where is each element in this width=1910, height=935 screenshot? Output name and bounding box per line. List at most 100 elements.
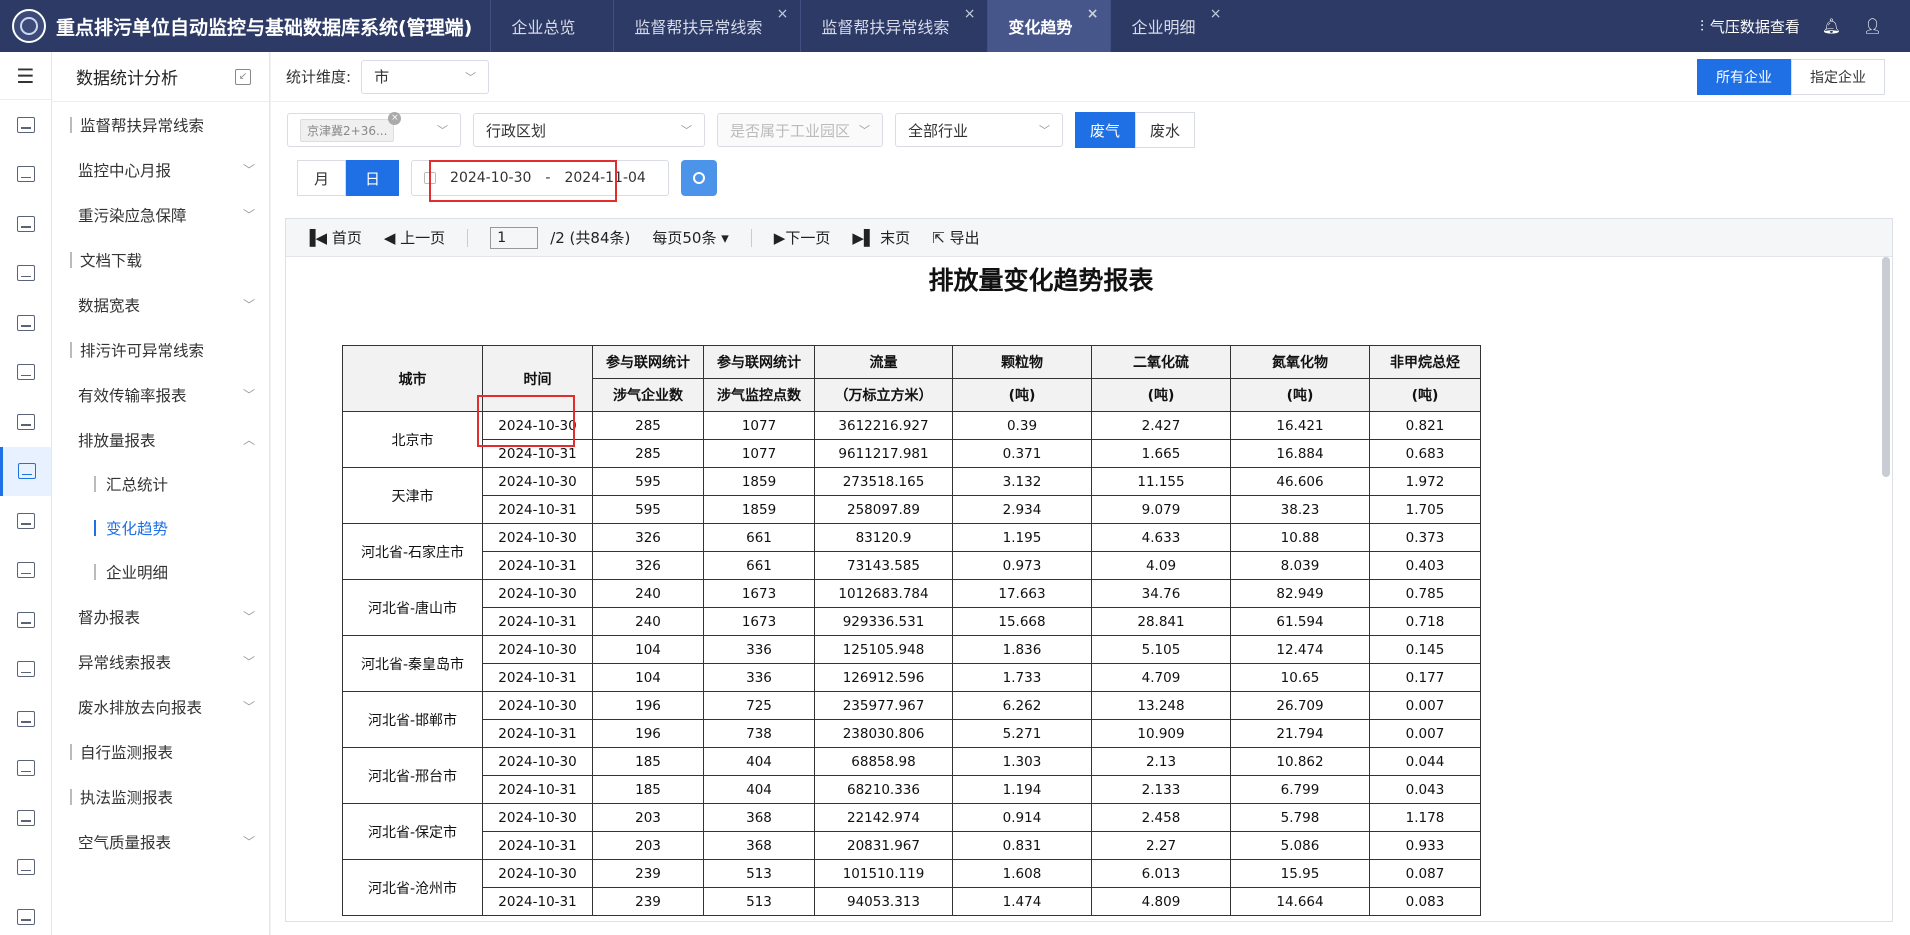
dimension-select[interactable]: 市 ﹀ xyxy=(361,59,490,94)
date-cell: 2024-10-30 xyxy=(482,411,593,440)
nav-item[interactable]: 排放量报表 ︿ xyxy=(52,417,269,462)
date-range-picker[interactable]: 2024-10-30 - 2024-11-04 xyxy=(411,160,670,196)
first-page-button[interactable]: ▐◀ 首页 xyxy=(304,227,362,248)
close-icon[interactable]: × xyxy=(964,6,976,22)
value-cell: 3612216.927 xyxy=(814,411,953,440)
doc-search-icon[interactable] xyxy=(0,397,51,447)
city-cell: 河北省-沧州市 xyxy=(342,859,483,916)
hamburger-menu-icon[interactable]: ☰ xyxy=(0,52,51,100)
user-icon[interactable]: 👤︎ xyxy=(1863,17,1882,35)
list-check-icon[interactable] xyxy=(0,150,51,200)
page-input[interactable]: 1 xyxy=(490,226,539,249)
nav-item[interactable]: 数据宽表 ﹀ xyxy=(52,282,269,327)
value-cell: 0.373 xyxy=(1369,523,1481,552)
nav-item[interactable]: 重污染应急保障 ﹀ xyxy=(52,192,269,237)
nav-item[interactable]: 监控中心月报 ﹀ xyxy=(52,147,269,192)
date-cell: 2024-10-31 xyxy=(482,495,593,524)
monitor-chart-icon[interactable] xyxy=(0,249,51,299)
value-cell: 10.909 xyxy=(1091,719,1231,748)
bar-chart-icon[interactable] xyxy=(0,892,51,935)
nav-item[interactable]: 自行监测报表 xyxy=(52,729,269,774)
monitor-settings-icon[interactable] xyxy=(0,645,51,695)
bolt-doc-icon[interactable] xyxy=(0,199,51,249)
tab-4[interactable]: 企业明细 × xyxy=(1110,0,1233,52)
value-cell: 15.95 xyxy=(1230,859,1370,888)
bar-chart-icon[interactable] xyxy=(0,694,51,744)
nav-subitem[interactable]: 变化趋势 xyxy=(52,506,269,550)
value-cell: 661 xyxy=(703,523,815,552)
doc-search-icon[interactable] xyxy=(0,348,51,398)
close-icon[interactable]: × xyxy=(777,6,789,22)
value-cell: 0.371 xyxy=(952,439,1092,468)
tab-1[interactable]: 监督帮扶异常线索 × xyxy=(613,0,800,52)
icon-rail: ☰ xyxy=(0,52,52,935)
day-button[interactable]: 日 xyxy=(346,160,400,196)
region-multiselect[interactable]: 京津冀2+36... × ﹀ xyxy=(287,111,461,147)
value-cell: 203 xyxy=(592,803,704,832)
gear-search-icon[interactable] xyxy=(0,446,51,496)
value-cell: 17.663 xyxy=(952,579,1092,608)
city-cell: 北京市 xyxy=(342,411,483,468)
nav-item[interactable]: 执法监测报表 xyxy=(52,774,269,819)
next-page-button[interactable]: ▶下一页 xyxy=(774,227,831,248)
remove-tag-icon[interactable]: × xyxy=(388,111,402,125)
header-row: 城市 时间 参与联网统计 参与联网统计 流量 颗粒物 二氧化硫 氮氧化物 非甲烷总烃 xyxy=(342,345,1481,412)
search-button[interactable] xyxy=(681,160,718,196)
value-cell: 1859 xyxy=(703,467,815,496)
close-icon[interactable]: × xyxy=(1087,6,1099,22)
doc-search-icon[interactable] xyxy=(0,744,51,794)
industry-select[interactable]: 全部行业 ﹀ xyxy=(895,113,1063,147)
per-page-select[interactable]: 每页50条 ▾ xyxy=(652,227,728,248)
nav-item[interactable]: 有效传输率报表 ﹀ xyxy=(52,372,269,417)
value-cell: 5.086 xyxy=(1230,831,1370,860)
doc-search-icon[interactable] xyxy=(0,298,51,348)
doc-search-icon[interactable] xyxy=(0,496,51,546)
close-icon[interactable]: × xyxy=(1210,6,1222,22)
nav-item[interactable]: 监督帮扶异常线索 xyxy=(52,102,269,147)
monitor-icon[interactable] xyxy=(0,793,51,843)
nav-item[interactable]: 空气质量报表 ﹀ xyxy=(52,819,269,864)
water-button[interactable]: 废水 xyxy=(1135,112,1196,148)
collapse-icon[interactable]: ↙ xyxy=(235,68,251,85)
tab-0[interactable]: 企业总览 xyxy=(490,0,613,52)
tab-3[interactable]: 变化趋势 × xyxy=(987,0,1111,52)
admin-region-select[interactable]: 行政区划 ﹀ xyxy=(473,113,705,147)
chevron-down-icon: ﹀ xyxy=(242,163,255,177)
value-cell: 14.664 xyxy=(1230,887,1370,916)
specified-enterprises-button[interactable]: 指定企业 xyxy=(1791,59,1885,95)
value-cell: 336 xyxy=(703,635,815,664)
bell-icon[interactable]: 🔔︎ xyxy=(1822,17,1841,35)
last-page-button[interactable]: ▶▌ 末页 xyxy=(852,227,910,248)
value-cell: 1.303 xyxy=(952,747,1092,776)
nav-subitem[interactable]: 企业明细 xyxy=(52,550,269,594)
nav-subitem[interactable]: 汇总统计 xyxy=(52,462,269,506)
nav-item[interactable]: 文档下载 xyxy=(52,237,269,282)
nav-item[interactable]: 督办报表 ﹀ xyxy=(52,594,269,639)
weather-link-label: 气压数据查看 xyxy=(1709,17,1800,36)
nav-item[interactable]: 废水排放去向报表 ﹀ xyxy=(52,684,269,729)
export-button[interactable]: ⇱ 导出 xyxy=(932,227,979,248)
chart-report-icon[interactable] xyxy=(0,100,51,150)
industrial-park-select[interactable]: 是否属于工业园区 ﹀ xyxy=(717,113,883,147)
gas-button[interactable]: 废气 xyxy=(1075,112,1136,148)
weather-link[interactable]: ⫶ 气压数据查看 xyxy=(1700,16,1800,37)
vertical-scrollbar[interactable] xyxy=(1882,257,1890,477)
value-cell: 13.248 xyxy=(1091,691,1231,720)
value-cell: 0.718 xyxy=(1369,607,1481,636)
all-enterprises-button[interactable]: 所有企业 xyxy=(1697,59,1791,95)
month-button[interactable]: 月 xyxy=(297,160,347,196)
prev-page-button[interactable]: ◀ 上一页 xyxy=(384,227,445,248)
nav-item[interactable]: 排污许可异常线索 xyxy=(52,327,269,372)
doc-search-icon-glyph xyxy=(16,512,35,529)
region-tag[interactable]: 京津冀2+36... × xyxy=(300,111,402,142)
chevron-down-icon: ﹀ xyxy=(242,388,255,402)
doc-search-icon-glyph xyxy=(16,364,35,381)
nav-item[interactable]: 异常线索报表 ﹀ xyxy=(52,639,269,684)
date-cell: 2024-10-31 xyxy=(482,719,593,748)
doc-search-icon[interactable] xyxy=(0,546,51,596)
id-card-icon[interactable] xyxy=(0,595,51,645)
monitor-icon[interactable] xyxy=(0,843,51,893)
nav-item-label: 监督帮扶异常线索 xyxy=(80,116,205,135)
tab-2[interactable]: 监督帮扶异常线索 × xyxy=(800,0,987,52)
value-cell: 0.785 xyxy=(1369,579,1481,608)
